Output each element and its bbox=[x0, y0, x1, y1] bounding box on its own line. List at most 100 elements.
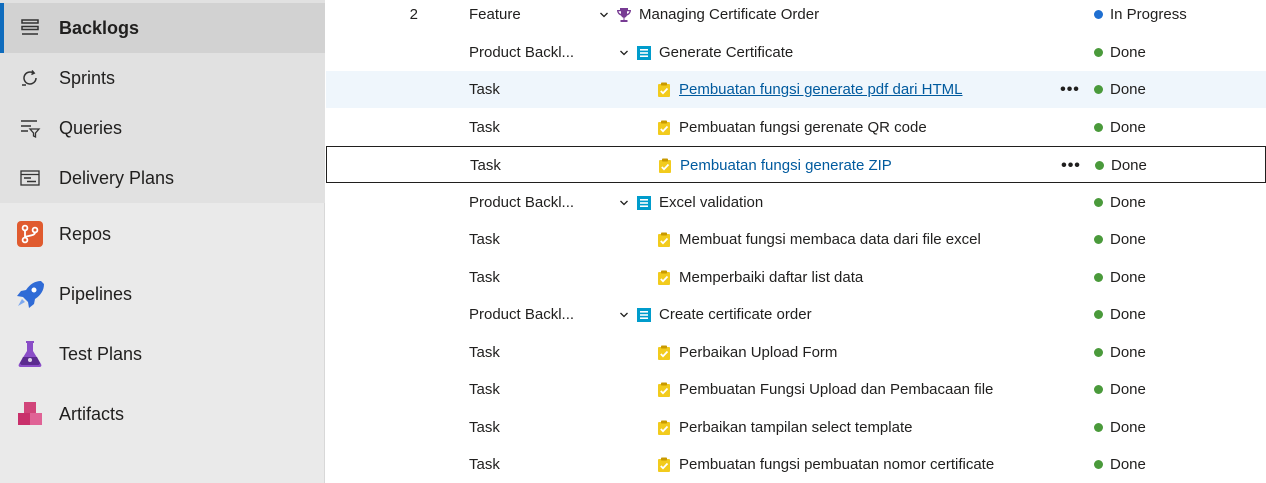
work-item-state: Done bbox=[1094, 221, 1254, 258]
work-item-title[interactable]: Excel validation bbox=[659, 184, 1059, 221]
task-icon bbox=[656, 109, 672, 146]
state-dot-icon bbox=[1094, 198, 1103, 207]
backlog-order bbox=[406, 446, 418, 483]
backlog-row[interactable]: Task Perbaikan Upload Form Done bbox=[326, 334, 1266, 371]
work-item-title[interactable]: Pembuatan fungsi generate ZIP bbox=[680, 147, 1080, 184]
work-item-state: In Progress bbox=[1094, 0, 1254, 33]
backlog-row[interactable]: Task Membuat fungsi membaca data dari fil… bbox=[326, 221, 1266, 258]
product-backlog-item-icon bbox=[636, 184, 652, 221]
work-item-state: Done bbox=[1094, 446, 1254, 483]
backlog-row[interactable]: Task Pembuatan fungsi generate ZIP ••• Done bbox=[326, 146, 1266, 183]
state-label: Done bbox=[1110, 194, 1146, 211]
backlog-row[interactable]: Task Pembuatan fungsi gerenate QR code Don… bbox=[326, 109, 1266, 146]
backlog-row[interactable]: Task Pembuatan fungsi generate pdf dari H… bbox=[326, 71, 1266, 108]
backlog-row[interactable]: Product Backl... Create certificate order… bbox=[326, 296, 1266, 333]
nav-repos-label: Repos bbox=[59, 223, 112, 244]
state-label: Done bbox=[1110, 381, 1146, 398]
state-dot-icon bbox=[1094, 10, 1103, 19]
work-item-title[interactable]: Generate Certificate bbox=[659, 34, 1059, 71]
trophy-icon bbox=[616, 0, 632, 33]
work-item-state: Done bbox=[1094, 296, 1254, 333]
work-item-title[interactable]: Managing Certificate Order bbox=[639, 0, 1039, 33]
nav-pipelines[interactable]: Pipelines bbox=[0, 264, 325, 324]
state-dot-icon bbox=[1094, 48, 1103, 57]
left-navigation: Backlogs Sprints Queries Delivery Plans … bbox=[0, 0, 325, 483]
chevron-down-icon[interactable] bbox=[618, 184, 630, 221]
work-item-title[interactable]: Pembuatan Fungsi Upload dan Pembacaan fi… bbox=[679, 371, 1079, 408]
state-label: In Progress bbox=[1110, 6, 1187, 23]
backlog-order bbox=[406, 221, 418, 258]
work-item-type: Task bbox=[469, 419, 500, 436]
work-item-title[interactable]: Memperbaiki daftar list data bbox=[679, 259, 1079, 296]
state-dot-icon bbox=[1094, 310, 1103, 319]
nav-backlogs-label: Backlogs bbox=[59, 17, 140, 38]
backlog-row[interactable]: Product Backl... Excel validation Done bbox=[326, 184, 1266, 221]
work-item-title[interactable]: Pembuatan fungsi pembuatan nomor certifi… bbox=[679, 446, 1079, 483]
state-dot-icon bbox=[1094, 85, 1103, 94]
backlog-row[interactable]: 2 Feature Managing Certificate Order In Pro… bbox=[326, 0, 1266, 33]
backlogs-icon bbox=[14, 12, 46, 44]
repos-icon bbox=[14, 218, 46, 250]
work-item-type: Task bbox=[469, 381, 500, 398]
backlog-order bbox=[406, 371, 418, 408]
nav-queries-label: Queries bbox=[59, 117, 123, 138]
work-item-title[interactable]: Perbaikan tampilan select template bbox=[679, 409, 1079, 446]
work-item-state: Done bbox=[1094, 409, 1254, 446]
state-label: Done bbox=[1110, 44, 1146, 61]
nav-backlogs[interactable]: Backlogs bbox=[0, 3, 325, 53]
backlog-order bbox=[406, 334, 418, 371]
pipelines-icon bbox=[14, 278, 46, 310]
state-label: Done bbox=[1110, 119, 1146, 136]
backlog-row[interactable]: Product Backl... Generate Certificate Done bbox=[326, 34, 1266, 71]
task-icon bbox=[656, 446, 672, 483]
backlog-row[interactable]: Task Perbaikan tampilan select template Do… bbox=[326, 409, 1266, 446]
test-plans-icon bbox=[14, 338, 46, 370]
work-item-title[interactable]: Pembuatan fungsi gerenate QR code bbox=[679, 109, 1079, 146]
nav-test-plans[interactable]: Test Plans bbox=[0, 324, 325, 384]
delivery-plans-icon bbox=[14, 162, 46, 194]
state-dot-icon bbox=[1094, 423, 1103, 432]
chevron-down-icon[interactable] bbox=[618, 34, 630, 71]
more-actions-icon[interactable]: ••• bbox=[1060, 147, 1082, 184]
work-item-type: Task bbox=[469, 269, 500, 286]
task-icon bbox=[656, 371, 672, 408]
task-icon bbox=[656, 71, 672, 108]
backlog-row[interactable]: Task Pembuatan fungsi pembuatan nomor cer… bbox=[326, 446, 1266, 483]
task-icon bbox=[656, 409, 672, 446]
backlog-order bbox=[406, 109, 418, 146]
nav-sprints[interactable]: Sprints bbox=[0, 53, 325, 103]
state-label: Done bbox=[1110, 231, 1146, 248]
backlog-row[interactable]: Task Pembuatan Fungsi Upload dan Pembacaa… bbox=[326, 371, 1266, 408]
backlog-row[interactable]: Task Memperbaiki daftar list data Done bbox=[326, 259, 1266, 296]
state-dot-icon bbox=[1094, 235, 1103, 244]
chevron-down-icon[interactable] bbox=[618, 296, 630, 333]
product-backlog-item-icon bbox=[636, 296, 652, 333]
state-label: Done bbox=[1110, 306, 1146, 323]
task-icon bbox=[657, 147, 673, 184]
nav-artifacts[interactable]: Artifacts bbox=[0, 384, 325, 444]
state-dot-icon bbox=[1094, 123, 1103, 132]
work-item-state: Done bbox=[1094, 334, 1254, 371]
more-actions-icon[interactable]: ••• bbox=[1059, 71, 1081, 108]
work-item-type: Product Backl... bbox=[469, 44, 575, 61]
work-item-title[interactable]: Create certificate order bbox=[659, 296, 1059, 333]
artifacts-icon bbox=[14, 398, 46, 430]
work-item-title[interactable]: Membuat fungsi membaca data dari file ex… bbox=[679, 221, 1079, 258]
backlog-order bbox=[406, 259, 418, 296]
nav-queries[interactable]: Queries bbox=[0, 103, 325, 153]
work-item-type: Product Backl... bbox=[469, 306, 575, 323]
nav-delivery-plans-label: Delivery Plans bbox=[59, 167, 175, 188]
chevron-down-icon[interactable] bbox=[598, 0, 610, 33]
backlog-order bbox=[406, 34, 418, 71]
work-item-title[interactable]: Pembuatan fungsi generate pdf dari HTML bbox=[679, 71, 1079, 108]
state-label: Done bbox=[1110, 344, 1146, 361]
nav-delivery-plans[interactable]: Delivery Plans bbox=[0, 153, 325, 203]
work-item-title[interactable]: Perbaikan Upload Form bbox=[679, 334, 1079, 371]
nav-repos[interactable]: Repos bbox=[0, 204, 325, 264]
work-item-state: Done bbox=[1094, 71, 1254, 108]
state-dot-icon bbox=[1094, 273, 1103, 282]
backlog-order: 2 bbox=[409, 6, 418, 23]
state-label: Done bbox=[1110, 456, 1146, 473]
backlog-grid: 2 Feature Managing Certificate Order In Pro… bbox=[326, 0, 1266, 483]
work-item-type: Task bbox=[470, 157, 501, 174]
